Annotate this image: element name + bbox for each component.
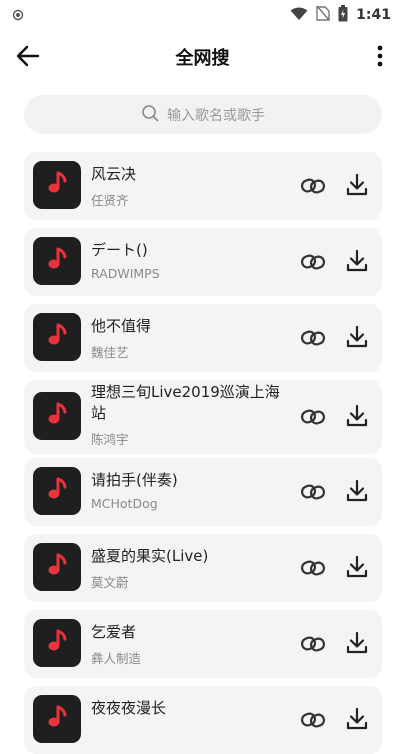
music-note-icon	[44, 170, 70, 200]
song-cover	[33, 392, 81, 440]
link-icon[interactable]	[300, 631, 326, 657]
music-note-icon	[44, 476, 70, 506]
page-title: 全网搜	[175, 48, 230, 69]
song-title: デート()	[91, 241, 148, 259]
list-item[interactable]: 请拍手(伴奏) MCHotDog	[24, 458, 382, 526]
download-icon[interactable]	[346, 555, 368, 579]
search-icon	[141, 104, 159, 126]
music-note-icon	[44, 246, 70, 276]
song-artist: RADWIMPS	[91, 266, 160, 281]
song-title: 他不值得	[91, 317, 152, 335]
music-note-icon	[44, 401, 70, 431]
song-cover	[33, 161, 81, 209]
song-artist: 魏佳艺	[91, 345, 129, 360]
song-title: 盛夏的果实(Live)	[91, 547, 209, 565]
download-icon[interactable]	[346, 479, 368, 503]
song-title: 风云决	[91, 165, 137, 183]
link-icon[interactable]	[300, 404, 326, 430]
link-icon[interactable]	[300, 555, 326, 581]
search-placeholder: 输入歌名或歌手	[167, 107, 265, 124]
app-bar: 全网搜	[0, 30, 405, 80]
status-time: 1:41	[356, 7, 391, 23]
song-cover	[33, 695, 81, 743]
link-icon[interactable]	[300, 173, 326, 199]
song-cover	[33, 237, 81, 285]
list-item[interactable]: 理想三旬Live2019巡演上海站 陈鸿宇	[24, 380, 382, 454]
song-artist: 陈鸿宇	[91, 432, 129, 447]
song-cover	[33, 543, 81, 591]
download-icon[interactable]	[346, 707, 368, 731]
download-icon[interactable]	[346, 631, 368, 655]
song-cover	[33, 313, 81, 361]
music-note-icon	[44, 704, 70, 734]
battery-icon	[338, 4, 348, 26]
list-item[interactable]: デート() RADWIMPS	[24, 228, 382, 296]
music-note-icon	[44, 628, 70, 658]
notification-dot-icon	[12, 6, 24, 25]
song-artist: 任贤齐	[91, 193, 129, 208]
search-input[interactable]: 输入歌名或歌手	[24, 95, 382, 134]
more-options-icon[interactable]	[373, 42, 387, 70]
list-item[interactable]: 他不值得 魏佳艺	[24, 304, 382, 372]
link-icon[interactable]	[300, 479, 326, 505]
song-artist: MCHotDog	[91, 496, 158, 511]
download-icon[interactable]	[346, 404, 368, 428]
list-item[interactable]: 乞爱者 彝人制造	[24, 610, 382, 678]
song-artist: 彝人制造	[91, 651, 142, 666]
link-icon[interactable]	[300, 249, 326, 275]
list-item[interactable]: 夜夜夜漫长	[24, 686, 382, 754]
list-item[interactable]: 风云决 任贤齐	[24, 152, 382, 220]
link-icon[interactable]	[300, 707, 326, 733]
song-title: 夜夜夜漫长	[91, 699, 167, 717]
status-bar: 1:41	[0, 0, 405, 30]
list-item[interactable]: 盛夏的果实(Live) 莫文蔚	[24, 534, 382, 602]
song-title: 理想三旬Live2019巡演上海站	[91, 383, 280, 422]
song-artist: 莫文蔚	[91, 575, 129, 590]
song-title: 乞爱者	[91, 623, 137, 641]
download-icon[interactable]	[346, 249, 368, 273]
music-note-icon	[44, 552, 70, 582]
wifi-icon	[290, 6, 308, 25]
download-icon[interactable]	[346, 325, 368, 349]
download-icon[interactable]	[346, 173, 368, 197]
song-title: 请拍手(伴奏)	[91, 471, 178, 489]
music-note-icon	[44, 322, 70, 352]
song-cover	[33, 467, 81, 515]
link-icon[interactable]	[300, 325, 326, 351]
song-cover	[33, 619, 81, 667]
no-sim-icon	[316, 5, 330, 25]
